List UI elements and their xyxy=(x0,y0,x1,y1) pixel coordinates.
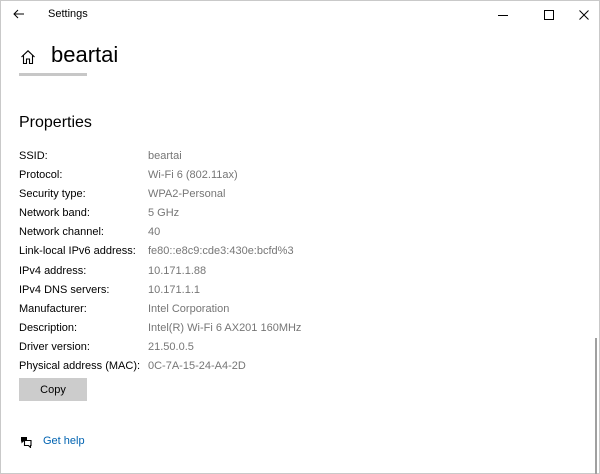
property-label: Driver version: xyxy=(19,340,90,353)
maximize-button[interactable] xyxy=(529,1,569,28)
property-value: Intel Corporation xyxy=(148,302,230,315)
property-label: IPv4 DNS servers: xyxy=(19,283,110,296)
property-row-ssid: SSID: beartai xyxy=(19,147,579,166)
scrollbar[interactable] xyxy=(595,338,597,474)
property-row-ipv4: IPv4 address: 10.171.1.88 xyxy=(19,262,579,281)
property-value: 5 GHz xyxy=(148,207,180,220)
properties-list: SSID: beartai Protocol: Wi-Fi 6 (802.11a… xyxy=(19,147,579,376)
property-row-mac: Physical address (MAC): 0C-7A-15-24-A4-2… xyxy=(19,357,579,376)
maximize-icon xyxy=(544,9,554,20)
property-row-network-band: Network band: 5 GHz xyxy=(19,204,579,223)
property-row-description: Description: Intel(R) Wi-Fi 6 AX201 160M… xyxy=(19,319,579,338)
title-bar: Settings xyxy=(1,1,599,28)
property-value: 0C-7A-15-24-A4-2D xyxy=(148,360,246,373)
property-label: Physical address (MAC): xyxy=(19,360,141,373)
back-arrow-icon xyxy=(13,9,24,19)
window-title: Settings xyxy=(48,8,88,20)
minimize-icon xyxy=(498,14,508,16)
property-label: Protocol: xyxy=(19,169,63,182)
property-row-ipv6: Link-local IPv6 address: fe80::e8c9:cde3… xyxy=(19,242,579,261)
property-label: SSID: xyxy=(19,150,48,162)
home-icon xyxy=(21,50,35,65)
property-value: Wi-Fi 6 (802.11ax) xyxy=(148,169,238,182)
help-chat-icon xyxy=(21,437,32,448)
property-label: IPv4 address: xyxy=(19,264,87,277)
close-icon xyxy=(579,9,589,20)
property-label: Description: xyxy=(19,321,78,334)
property-value: fe80::e8c9:cde3:430e:bcfd%3 xyxy=(148,245,294,258)
property-value: 40 xyxy=(148,226,161,239)
property-value: 10.171.1.1 xyxy=(148,283,200,296)
property-value: beartai xyxy=(148,150,182,162)
property-value: WPA2-Personal xyxy=(148,188,226,201)
get-help-link[interactable]: Get help xyxy=(19,433,85,449)
property-row-protocol: Protocol: Wi-Fi 6 (802.11ax) xyxy=(19,166,579,185)
property-label: Link-local IPv6 address: xyxy=(19,245,136,258)
close-button[interactable] xyxy=(564,1,600,28)
property-row-security-type: Security type: WPA2-Personal xyxy=(19,185,579,204)
minimize-button[interactable] xyxy=(483,1,523,28)
settings-window: Settings beartai Properties SSID: bearta… xyxy=(0,0,600,474)
copy-button[interactable]: Copy xyxy=(19,378,87,401)
property-row-network-channel: Network channel: 40 xyxy=(19,223,579,242)
properties-heading: Properties xyxy=(19,114,92,131)
property-row-driver-version: Driver version: 21.50.0.5 xyxy=(19,338,579,357)
property-label: Network channel: xyxy=(19,226,104,239)
property-value: 21.50.0.5 xyxy=(148,340,194,353)
back-button[interactable] xyxy=(5,2,33,26)
header-underline xyxy=(19,73,87,76)
property-label: Security type: xyxy=(19,188,86,201)
property-row-manufacturer: Manufacturer: Intel Corporation xyxy=(19,300,579,319)
property-label: Network band: xyxy=(19,207,90,220)
property-row-dns: IPv4 DNS servers: 10.171.1.1 xyxy=(19,281,579,300)
get-help-label: Get help xyxy=(43,435,85,447)
property-value: Intel(R) Wi-Fi 6 AX201 160MHz xyxy=(148,321,302,334)
property-value: 10.171.1.88 xyxy=(148,264,207,277)
property-label: Manufacturer: xyxy=(19,302,87,315)
page-title: beartai xyxy=(51,42,119,67)
